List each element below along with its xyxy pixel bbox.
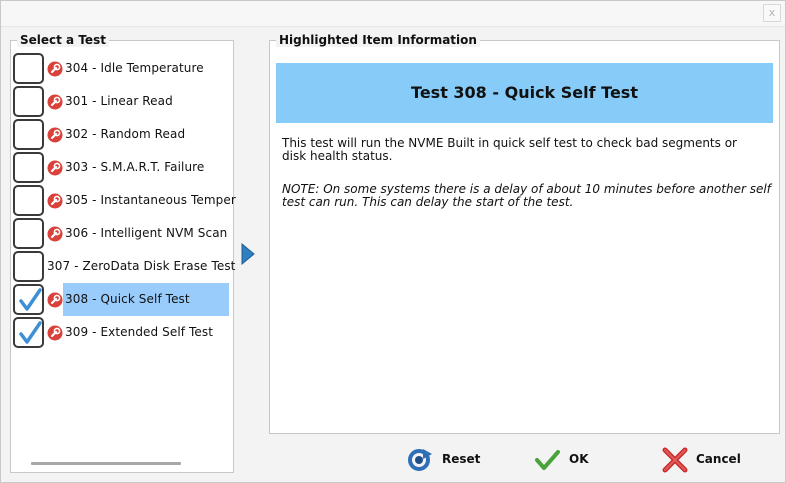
test-checkbox[interactable]	[13, 251, 44, 282]
test-label: 301 - Linear Read	[65, 94, 173, 108]
reset-label: Reset	[442, 452, 481, 466]
test-checkbox[interactable]	[13, 53, 44, 84]
wrench-icon	[47, 127, 63, 143]
reset-icon	[408, 449, 432, 471]
wrench-icon	[47, 94, 63, 110]
test-checkbox[interactable]	[13, 218, 44, 249]
dialog-window: x Select a Test 304 - Idle Temperature 30…	[0, 0, 786, 483]
test-label: 304 - Idle Temperature	[65, 61, 204, 75]
info-note: NOTE: On some systems there is a delay o…	[282, 182, 771, 209]
test-list-item[interactable]: 306 - Intelligent NVM Scan	[11, 217, 231, 250]
test-checkbox[interactable]	[13, 317, 44, 348]
checkmark-icon	[19, 321, 42, 344]
test-list-item[interactable]: 301 - Linear Read	[11, 85, 231, 118]
checkmark-icon	[535, 450, 560, 470]
cancel-label: Cancel	[696, 452, 741, 466]
test-list-item[interactable]: 308 - Quick Self Test	[11, 283, 231, 316]
test-list-item[interactable]: 307 - ZeroData Disk Erase Test	[11, 250, 235, 283]
test-label: 307 - ZeroData Disk Erase Test	[47, 259, 236, 273]
horizontal-scrollbar[interactable]	[31, 462, 181, 465]
test-checkbox[interactable]	[13, 86, 44, 117]
test-list-item[interactable]: 305 - Instantaneous Temper	[11, 184, 236, 217]
wrench-icon	[47, 193, 63, 209]
info-description: This test will run the NVME Built in qui…	[282, 136, 737, 163]
info-header: Test 308 - Quick Self Test	[276, 63, 773, 123]
close-button[interactable]: x	[763, 4, 781, 22]
test-checkbox[interactable]	[13, 185, 44, 216]
cancel-button[interactable]: Cancel	[661, 446, 751, 474]
test-list-item[interactable]: 303 - S.M.A.R.T. Failure	[11, 151, 231, 184]
test-label: 306 - Intelligent NVM Scan	[65, 226, 228, 240]
test-checkbox[interactable]	[13, 119, 44, 150]
cancel-x-icon	[662, 447, 688, 473]
test-checkbox[interactable]	[13, 152, 44, 183]
test-list-item[interactable]: 304 - Idle Temperature	[11, 52, 231, 85]
arrow-right-icon	[240, 242, 256, 266]
test-label: 305 - Instantaneous Temper	[65, 193, 236, 207]
test-checkbox[interactable]	[13, 284, 44, 315]
reset-button[interactable]: Reset	[406, 446, 496, 474]
checkmark-icon	[19, 288, 42, 311]
wrench-icon	[47, 325, 63, 341]
wrench-icon	[47, 61, 63, 77]
test-label: 308 - Quick Self Test	[65, 292, 190, 306]
test-list-item[interactable]: 309 - Extended Self Test	[11, 316, 231, 349]
test-label: 303 - S.M.A.R.T. Failure	[65, 160, 205, 174]
title-bar: x	[1, 1, 785, 27]
info-panel: Highlighted Item Information Test 308 - …	[269, 33, 780, 434]
wrench-icon	[47, 226, 63, 242]
ok-label: OK	[569, 452, 589, 466]
wrench-icon	[47, 160, 63, 176]
test-list-item[interactable]: 302 - Random Read	[11, 118, 231, 151]
test-list-title: Select a Test	[17, 33, 109, 47]
ok-button[interactable]: OK	[534, 446, 604, 474]
info-header-title: Test 308 - Quick Self Test	[411, 83, 638, 102]
test-label: 302 - Random Read	[65, 127, 186, 141]
info-panel-title: Highlighted Item Information	[276, 33, 480, 47]
test-label: 309 - Extended Self Test	[65, 325, 214, 339]
wrench-icon	[47, 292, 63, 308]
test-list-panel: Select a Test 304 - Idle Temperature 301 …	[10, 33, 236, 473]
